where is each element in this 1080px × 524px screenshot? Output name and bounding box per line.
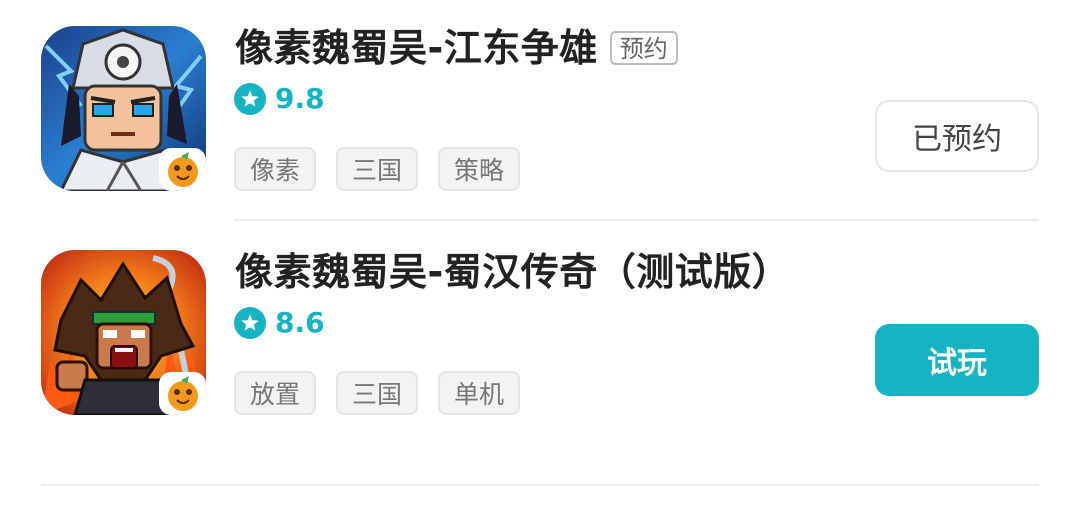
rating-value: 8.6 [275, 306, 325, 339]
star-icon [234, 306, 266, 339]
game-title-line: 像素魏蜀吴-江东争雄 预约 [235, 22, 678, 74]
rating: 9.8 [234, 82, 325, 115]
game-list-item[interactable]: 像素魏蜀吴-江东争雄 预约 9.8 像素 三国 策略 已预约 [0, 0, 1080, 200]
tag-list: 放置 三国 单机 [234, 371, 540, 415]
rating-value: 9.8 [275, 82, 325, 115]
game-list-item[interactable]: 像素魏蜀吴-蜀汉传奇（测试版） 8.6 放置 三国 单机 试玩 [0, 224, 1080, 424]
game-icon-warrior[interactable] [41, 250, 206, 415]
star-icon [234, 82, 266, 115]
tag-list: 像素 三国 策略 [234, 147, 540, 191]
tag[interactable]: 策略 [438, 147, 521, 191]
game-icon-samurai[interactable] [41, 26, 206, 191]
rating: 8.6 [234, 306, 325, 339]
tag[interactable]: 像素 [234, 147, 317, 191]
game-title[interactable]: 像素魏蜀吴-江东争雄 [235, 22, 598, 74]
tag[interactable]: 三国 [336, 147, 419, 191]
reservation-badge: 预约 [609, 31, 678, 65]
tag[interactable]: 三国 [336, 371, 419, 415]
game-list: 像素魏蜀吴-江东争雄 预约 9.8 像素 三国 策略 已预约 像素魏蜀吴-蜀汉传… [0, 0, 1080, 524]
game-title[interactable]: 像素魏蜀吴-蜀汉传奇（测试版） [235, 246, 790, 298]
reserved-button[interactable]: 已预约 [875, 100, 1039, 172]
divider [234, 219, 1039, 221]
tag[interactable]: 单机 [438, 371, 521, 415]
game-title-line: 像素魏蜀吴-蜀汉传奇（测试版） [235, 246, 790, 298]
try-play-button[interactable]: 试玩 [875, 324, 1039, 396]
divider [41, 484, 1039, 486]
tag[interactable]: 放置 [234, 371, 317, 415]
